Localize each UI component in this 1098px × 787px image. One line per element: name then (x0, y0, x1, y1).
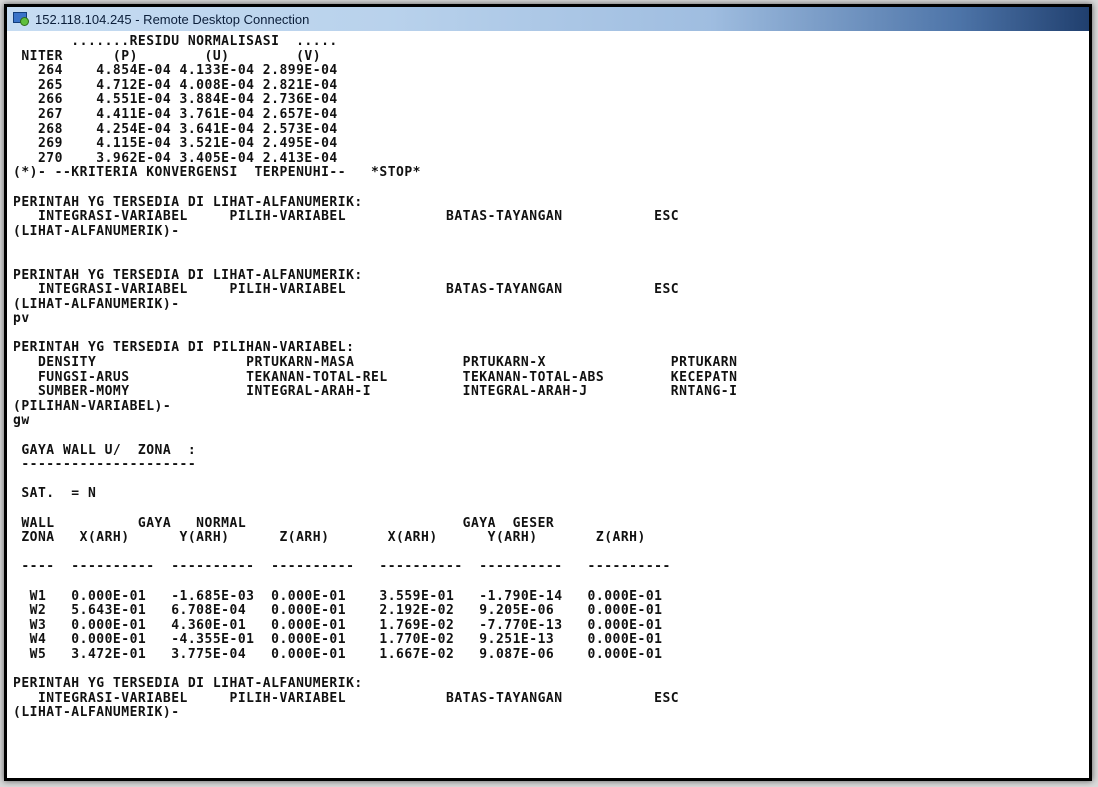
console-line: W3 0.000E-01 4.360E-01 0.000E-01 1.769E-… (13, 617, 663, 633)
console-line: FUNGSI-ARUS TEKANAN-TOTAL-REL TEKANAN-TO… (13, 369, 738, 385)
console-line: DENSITY PRTUKARN-MASA PRTUKARN-X PRTUKAR… (13, 355, 738, 371)
console-line (13, 181, 1089, 196)
console-line (13, 663, 1089, 678)
console-line: PERINTAH YG TERSEDIA DI LIHAT-ALFANUMERI… (13, 676, 363, 692)
console-line: NITER (P) (U) (V) (13, 48, 322, 64)
console-line (13, 575, 1089, 590)
console-line: --------------------- (13, 457, 197, 473)
console-line (13, 254, 1089, 269)
console-line: 270 3.962E-04 3.405E-04 2.413E-04 (13, 150, 338, 166)
console-line: (LIHAT-ALFANUMERIK)- (13, 223, 180, 239)
console-line: (*)- --KRITERIA KONVERGENSI TERPENUHI-- … (13, 165, 422, 181)
console-line: INTEGRASI-VARIABEL PILIH-VARIABEL BATAS-… (13, 690, 680, 706)
console-line: PERINTAH YG TERSEDIA DI LIHAT-ALFANUMERI… (13, 267, 363, 283)
console-line (13, 429, 1089, 444)
console-line (13, 473, 1089, 488)
console-line: (LIHAT-ALFANUMERIK)- (13, 705, 180, 721)
console-line: ZONA X(ARH) Y(ARH) Z(ARH) X(ARH) Y(ARH) … (13, 530, 646, 546)
title-bar[interactable]: 152.118.104.245 - Remote Desktop Connect… (7, 7, 1089, 31)
console-line: pv (13, 311, 30, 327)
console-line: 265 4.712E-04 4.008E-04 2.821E-04 (13, 77, 338, 93)
console-line: W4 0.000E-01 -4.355E-01 0.000E-01 1.770E… (13, 632, 663, 648)
console-line: 268 4.254E-04 3.641E-04 2.573E-04 (13, 121, 338, 137)
console-line: 269 4.115E-04 3.521E-04 2.495E-04 (13, 136, 338, 152)
console-line (13, 546, 1089, 561)
console-line: WALL GAYA NORMAL GAYA GESER (13, 515, 555, 531)
console-line: 267 4.411E-04 3.761E-04 2.657E-04 (13, 106, 338, 122)
remote-desktop-window: 152.118.104.245 - Remote Desktop Connect… (4, 4, 1092, 781)
console-line: PERINTAH YG TERSEDIA DI LIHAT-ALFANUMERI… (13, 194, 363, 210)
console-line: 266 4.551E-04 3.884E-04 2.736E-04 (13, 92, 338, 108)
console-line: .......RESIDU NORMALISASI ..... (13, 34, 338, 49)
window-title: 152.118.104.245 - Remote Desktop Connect… (35, 11, 310, 27)
console-line: PERINTAH YG TERSEDIA DI PILIHAN-VARIABEL… (13, 340, 355, 356)
console-line: SUMBER-MOMY INTEGRAL-ARAH-I INTEGRAL-ARA… (13, 384, 738, 400)
console-line: gw (13, 413, 30, 429)
console-line: SAT. = N (13, 486, 97, 502)
remote-desktop-icon (13, 12, 29, 26)
console-line: (PILIHAN-VARIABEL)- (13, 398, 172, 414)
console-line: W5 3.472E-01 3.775E-04 0.000E-01 1.667E-… (13, 646, 663, 662)
console-line: INTEGRASI-VARIABEL PILIH-VARIABEL BATAS-… (13, 282, 680, 298)
terminal-console[interactable]: .......RESIDU NORMALISASI ..... NITER (P… (7, 31, 1089, 778)
console-line: (LIHAT-ALFANUMERIK)- (13, 296, 180, 312)
console-line: 264 4.854E-04 4.133E-04 2.899E-04 (13, 63, 338, 79)
console-line (13, 327, 1089, 342)
console-line (13, 502, 1089, 517)
console-line: GAYA WALL U/ ZONA : (13, 442, 197, 458)
console-line: W1 0.000E-01 -1.685E-03 0.000E-01 3.559E… (13, 588, 663, 604)
console-line: W2 5.643E-01 6.708E-04 0.000E-01 2.192E-… (13, 603, 663, 619)
console-line: ---- ---------- ---------- ---------- --… (13, 559, 671, 575)
console-line: INTEGRASI-VARIABEL PILIH-VARIABEL BATAS-… (13, 209, 680, 225)
console-line (13, 239, 1089, 254)
